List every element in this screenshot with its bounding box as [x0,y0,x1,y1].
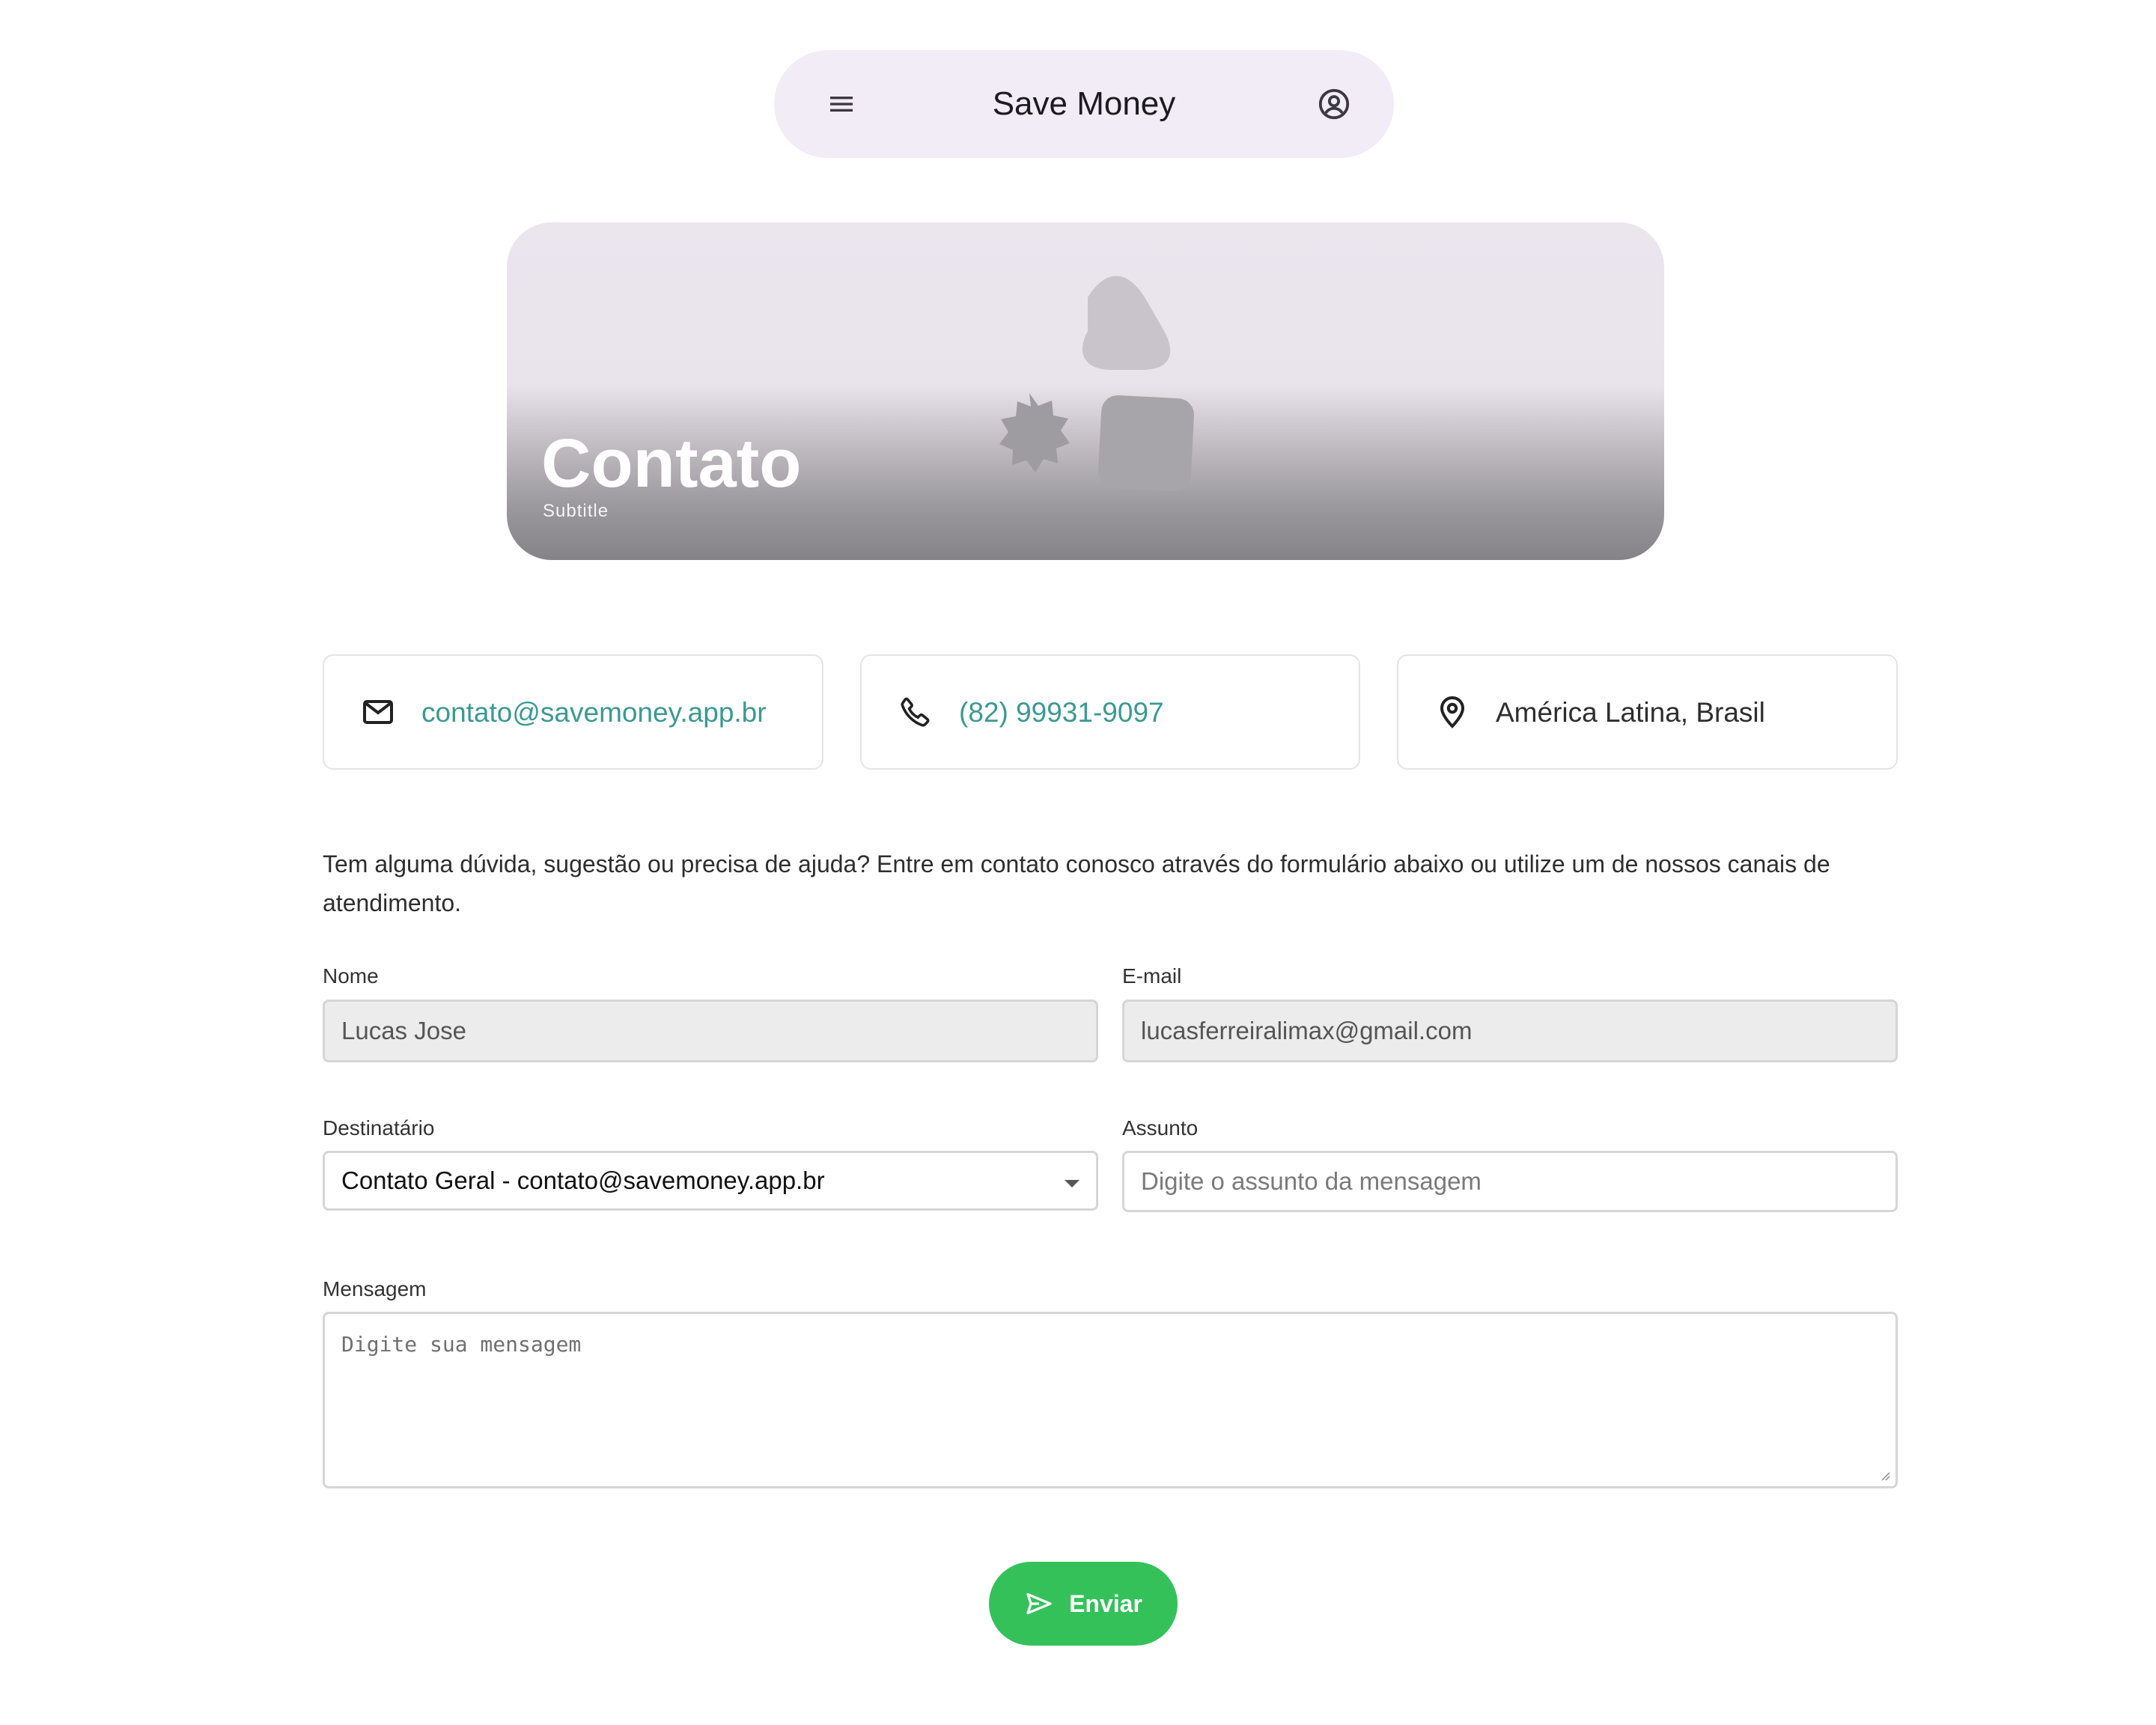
location-pin-icon [1440,696,1465,728]
email-field: lucasferreiralimax@gmail.com [1122,1000,1898,1062]
location-info-card: América Latina, Brasil [1397,654,1898,770]
account-button[interactable] [1312,82,1356,127]
send-button[interactable]: Enviar [989,1562,1178,1646]
email-value: lucasferreiralimax@gmail.com [1141,1017,1473,1044]
email-info-card: contato@savemoney.app.br [323,654,823,770]
location-text: América Latina, Brasil [1496,697,1765,728]
phone-icon [901,697,930,727]
subject-placeholder: Digite o assunto da mensagem [1141,1167,1482,1195]
send-icon [1026,1592,1052,1615]
resize-grip-icon[interactable] [1879,1470,1891,1482]
app-title: Save Money [992,85,1176,122]
message-placeholder: Digite sua mensagem [341,1332,582,1357]
email-label: E-mail [1122,964,1182,988]
email-link[interactable]: contato@savemoney.app.br [421,696,767,729]
name-label: Nome [323,964,379,988]
hero-subtitle: Subtitle [543,501,609,521]
intro-text: Tem alguma dúvida, sugestão ou precisa d… [323,851,1830,916]
recipient-select[interactable]: Contato Geral - contato@savemoney.app.br [323,1151,1098,1211]
hero-title: Contato [541,425,802,502]
subject-label: Assunto [1122,1116,1199,1140]
hero-card: Contato Subtitle [507,222,1664,560]
phone-link[interactable]: (82) 99931-9097 [959,696,1164,729]
dropdown-arrow-icon [1065,1180,1079,1187]
contact-page: Save Money Contato Subtitle contato@save… [0,0,2156,1725]
phone-info-card: (82) 99931-9097 [860,654,1360,770]
mail-icon [363,700,393,724]
name-value: Lucas Jose [341,1017,466,1044]
send-label: Enviar [1069,1589,1142,1617]
recipient-label: Destinatário [323,1116,435,1140]
message-label: Mensagem [323,1277,427,1300]
starburst-shape [999,393,1070,472]
rounded-square-shape [1097,395,1195,492]
name-field: Lucas Jose [323,1000,1098,1062]
top-app-bar: Save Money [774,50,1394,158]
subject-input[interactable]: Digite o assunto da mensagem [1122,1151,1898,1212]
recipient-value: Contato Geral - contato@savemoney.app.br [341,1166,825,1194]
placeholder-shapes-image [999,276,1195,492]
account-circle-icon [1318,88,1350,120]
message-textarea[interactable]: Digite sua mensagem [323,1312,1898,1488]
triangle-shape [1082,276,1171,370]
